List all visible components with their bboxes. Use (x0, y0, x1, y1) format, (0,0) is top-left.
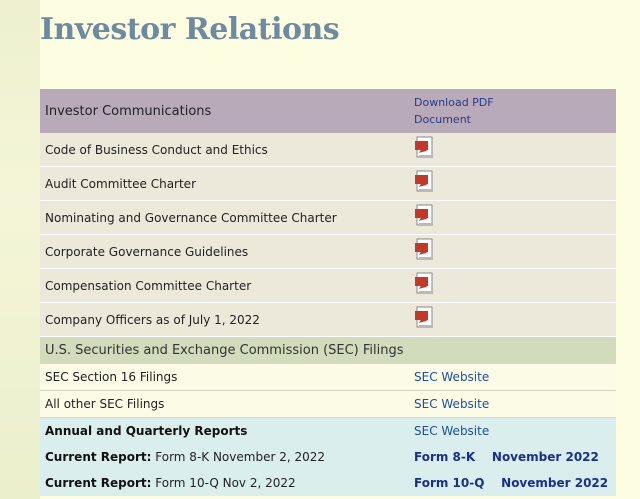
current-report-row: Current Report: Form 10-Q Nov 2, 2022 Fo… (40, 470, 616, 496)
pdf-icon[interactable] (414, 136, 436, 163)
leaf-background-decoration (0, 0, 40, 499)
download-pdf-header-line2: Document (414, 113, 471, 126)
sec-filing-label: All other SEC Filings (40, 390, 409, 418)
document-row: Nominating and Governance Committee Char… (40, 200, 616, 235)
sec-filing-row: SEC Section 16 Filings SEC Website (40, 364, 616, 391)
document-row: Corporate Governance Guidelines (40, 234, 616, 269)
document-row: Compensation Committee Charter (40, 268, 616, 303)
document-label: Compensation Committee Charter (40, 268, 409, 303)
document-label: Code of Business Conduct and Ethics (40, 133, 409, 167)
current-report-row: Current Report: Form 8-K November 2, 202… (40, 444, 616, 470)
current-report-text: Form 8-K November 2, 2022 (151, 450, 326, 464)
form-10q-link[interactable]: Form 10-Q November 2022 (414, 476, 608, 490)
pdf-icon[interactable] (414, 204, 436, 231)
document-row: Company Officers as of July 1, 2022 (40, 302, 616, 337)
sec-website-link[interactable]: SEC Website (414, 424, 489, 438)
sec-filings-heading: U.S. Securities and Exchange Commission … (40, 336, 616, 364)
investor-relations-table: Investor Communications Download PDF Doc… (40, 89, 616, 496)
form-8k-link[interactable]: Form 8-K November 2022 (414, 450, 599, 464)
document-label: Nominating and Governance Committee Char… (40, 200, 409, 235)
current-report-text: Form 10-Q Nov 2, 2022 (151, 476, 296, 490)
pdf-icon[interactable] (414, 238, 436, 265)
current-report-prefix: Current Report: (45, 476, 152, 490)
table-header-row: Investor Communications Download PDF Doc… (40, 89, 616, 133)
sec-filing-row: All other SEC Filings SEC Website (40, 390, 616, 418)
sec-filing-label: SEC Section 16 Filings (40, 364, 409, 391)
sec-website-link[interactable]: SEC Website (414, 397, 489, 411)
download-pdf-header: Download PDF Document (409, 89, 616, 133)
document-label: Audit Committee Charter (40, 166, 409, 201)
document-row: Code of Business Conduct and Ethics (40, 133, 616, 167)
reports-heading: Annual and Quarterly Reports (45, 424, 248, 438)
pdf-icon[interactable] (414, 170, 436, 197)
investor-communications-header: Investor Communications (40, 89, 409, 133)
document-label: Company Officers as of July 1, 2022 (40, 302, 409, 337)
sec-website-link[interactable]: SEC Website (414, 370, 489, 384)
download-pdf-header-line1: Download PDF (414, 96, 494, 109)
document-row: Audit Committee Charter (40, 166, 616, 201)
pdf-icon[interactable] (414, 272, 436, 299)
current-report-prefix: Current Report: (45, 450, 152, 464)
pdf-icon[interactable] (414, 306, 436, 333)
reports-heading-row: Annual and Quarterly Reports SEC Website (40, 417, 616, 444)
page-title: Investor Relations (40, 12, 340, 47)
sec-filings-heading-row: U.S. Securities and Exchange Commission … (40, 336, 616, 364)
document-label: Corporate Governance Guidelines (40, 234, 409, 269)
